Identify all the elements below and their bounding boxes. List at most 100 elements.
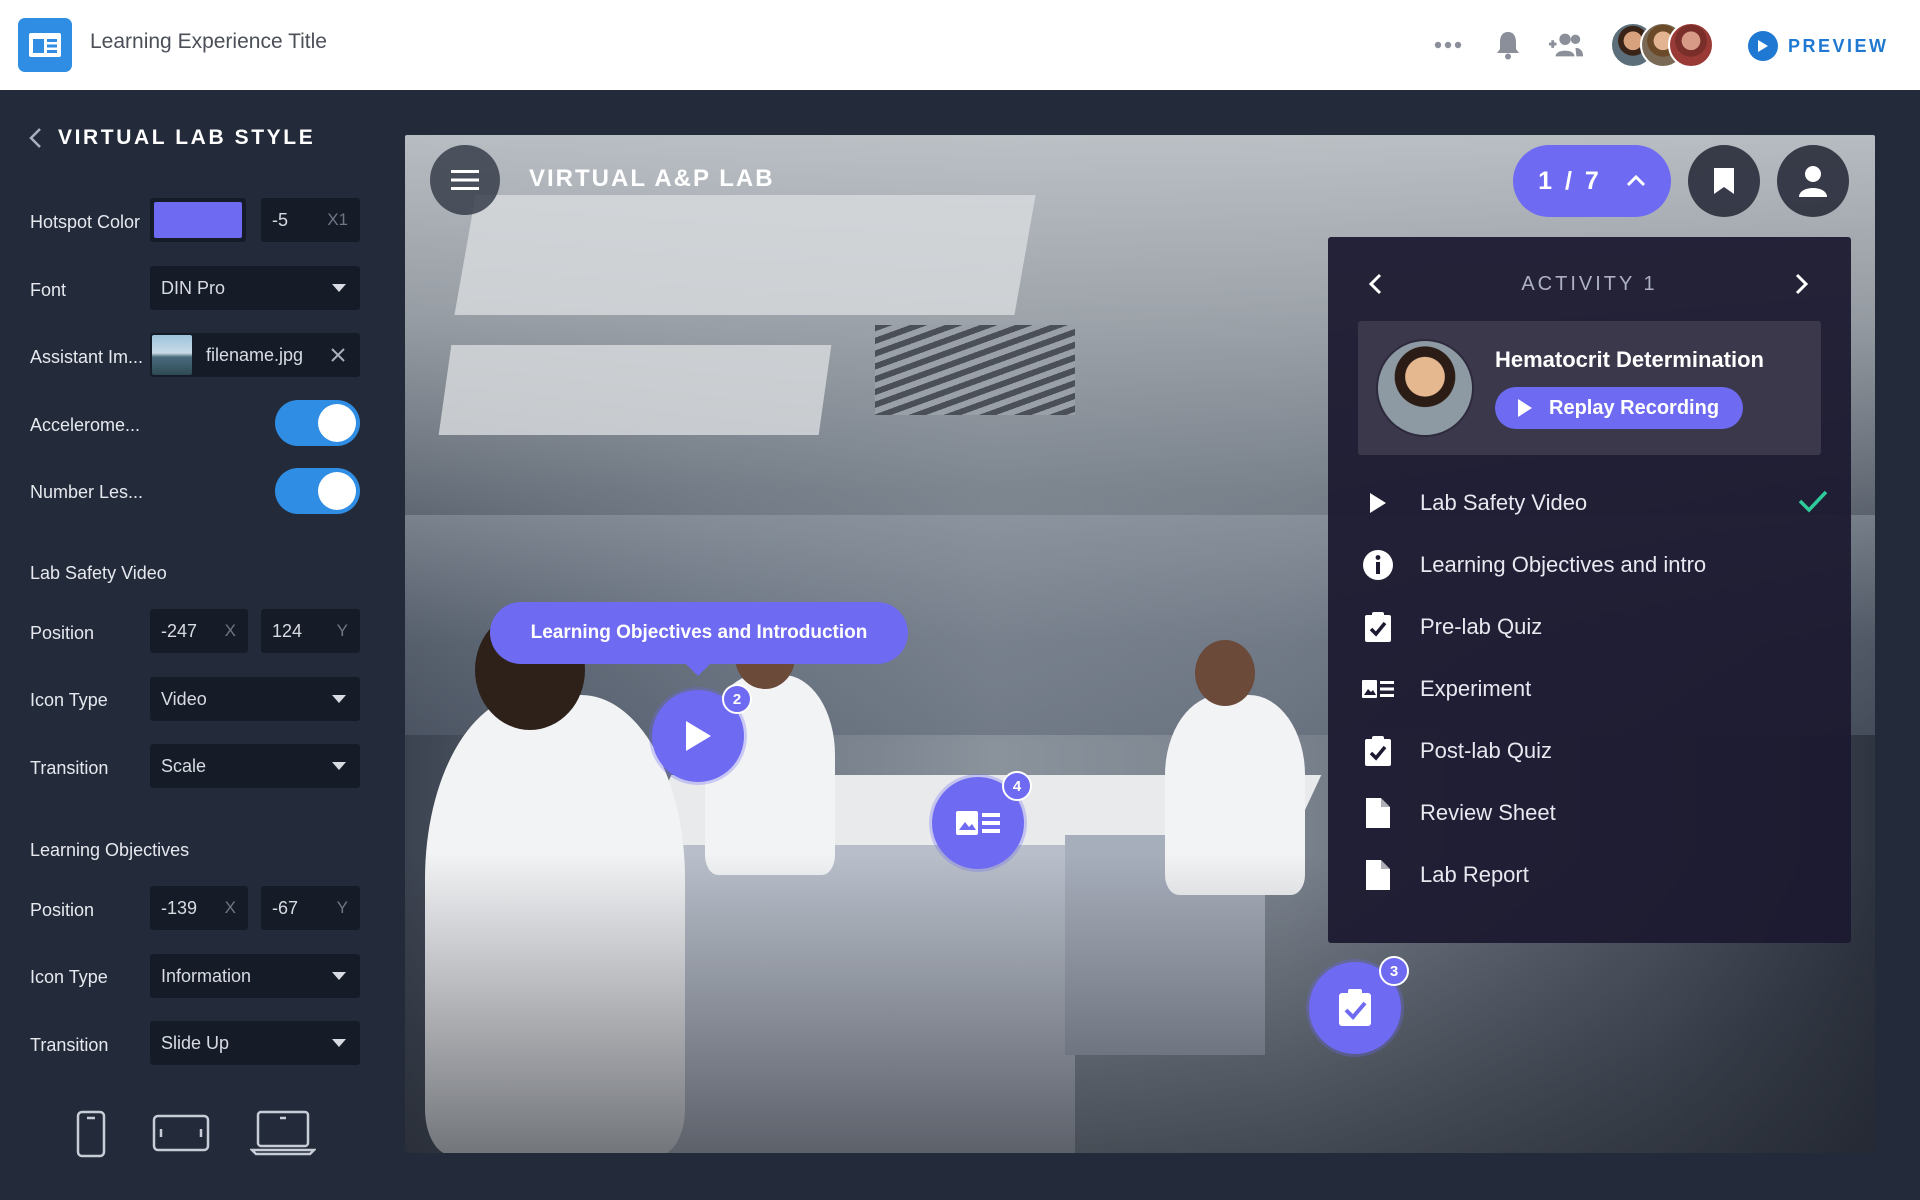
accelerometer-label: Accelerome... <box>30 415 141 435</box>
preview-label: PREVIEW <box>1788 35 1889 56</box>
font-select[interactable]: DIN Pro <box>150 266 360 310</box>
x-value: -139 <box>161 897 198 918</box>
chevron-down-icon <box>332 762 346 770</box>
list-item-review-sheet[interactable]: Review Sheet <box>1358 793 1828 833</box>
play-icon <box>1518 399 1532 417</box>
lab-safety-y-input[interactable]: 124 Y <box>261 609 360 653</box>
image-thumbnail <box>152 335 192 375</box>
close-icon[interactable] <box>330 347 346 363</box>
list-item-label: Experiment <box>1420 676 1532 701</box>
lab-safety-icon-type-select[interactable]: Video <box>150 677 360 721</box>
number-lessons-toggle[interactable] <box>275 468 360 514</box>
replay-recording-button[interactable]: Replay Recording <box>1495 387 1743 429</box>
list-item-label: Post-lab Quiz <box>1420 738 1553 763</box>
bell-icon[interactable] <box>1490 28 1526 62</box>
icon-type-value: Information <box>161 965 252 986</box>
list-item-learning-objectives[interactable]: Learning Objectives and intro <box>1358 545 1828 585</box>
panel-header: VIRTUAL LAB STYLE <box>28 126 315 150</box>
scientist-head <box>1195 640 1255 706</box>
list-item-label: Pre-lab Quiz <box>1420 614 1543 639</box>
icon-type-label: Icon Type <box>30 967 108 987</box>
learning-objectives-x-input[interactable]: -139 X <box>150 886 248 930</box>
preview-button[interactable]: PREVIEW <box>1748 30 1889 62</box>
lab-safety-x-input[interactable]: -247 X <box>150 609 248 653</box>
avatar[interactable] <box>1668 22 1714 68</box>
learning-objectives-transition-select[interactable]: Slide Up <box>150 1021 360 1065</box>
play-icon <box>686 721 711 751</box>
checklist-icon <box>1358 607 1398 647</box>
lab-safety-transition-select[interactable]: Scale <box>150 744 360 788</box>
chevron-up-icon <box>1626 175 1645 187</box>
ceiling-light <box>438 345 832 435</box>
assistant-avatar <box>1376 339 1474 437</box>
lesson-pager[interactable]: 1 / 7 <box>1513 145 1671 217</box>
y-unit: Y <box>336 621 348 640</box>
quiz-icon <box>1339 989 1371 1026</box>
video-hotspot[interactable]: 2 <box>652 684 752 782</box>
hotspot-badge: 4 <box>1002 771 1032 801</box>
menu-button[interactable] <box>430 145 500 215</box>
bookmark-icon <box>1714 168 1734 194</box>
transition-value: Slide Up <box>161 1032 230 1053</box>
phone-icon[interactable] <box>76 1110 106 1158</box>
activity-panel: ACTIVITY 1 Hematocrit Determination Repl… <box>1328 237 1851 943</box>
pager-text: 1 / 7 <box>1538 166 1602 195</box>
hotspot-color-label: Hotspot Color <box>30 212 141 232</box>
document-icon <box>1358 793 1398 833</box>
icon-type-label: Icon Type <box>30 690 108 710</box>
experiment-icon <box>956 811 1000 835</box>
hotspot-scale-input[interactable]: -5 X1 <box>261 198 360 242</box>
list-item-lab-report[interactable]: Lab Report <box>1358 855 1828 895</box>
list-item-label: Learning Objectives and intro <box>1420 552 1707 577</box>
top-bar: Learning Experience Title PREVIEW <box>0 0 1920 90</box>
y-value: -67 <box>272 897 299 918</box>
app-logo-icon[interactable] <box>18 18 72 72</box>
learning-objectives-icon-type-select[interactable]: Information <box>150 954 360 998</box>
tablet-icon[interactable] <box>152 1112 210 1154</box>
position-label: Position <box>30 900 95 920</box>
assistant-image-field[interactable]: filename.jpg <box>150 333 360 377</box>
activity-card: Hematocrit Determination Replay Recordin… <box>1358 321 1821 455</box>
add-user-icon[interactable] <box>1548 28 1584 62</box>
style-panel: VIRTUAL LAB STYLE Hotspot Color -5 X1 Fo… <box>0 90 380 1200</box>
list-item-experiment[interactable]: Experiment <box>1358 669 1828 709</box>
file-name: filename.jpg <box>206 344 304 365</box>
document-title[interactable]: Learning Experience Title <box>90 30 327 54</box>
lab-safety-section-title: Lab Safety Video <box>30 563 167 583</box>
toggle-knob <box>318 404 356 442</box>
transition-label: Transition <box>30 758 109 778</box>
hotspot-badge: 2 <box>722 684 752 714</box>
position-label: Position <box>30 623 95 643</box>
lab-stage[interactable]: VIRTUAL A&P LAB 1 / 7 Learning Objective… <box>405 135 1875 1153</box>
hotspot-tooltip[interactable]: Learning Objectives and Introduction <box>490 602 908 676</box>
activity-header: ACTIVITY 1 <box>1521 273 1658 295</box>
transition-label: Transition <box>30 1035 109 1055</box>
play-icon <box>1748 31 1778 61</box>
learning-objectives-section-title: Learning Objectives <box>30 840 190 860</box>
list-item-post-lab-quiz[interactable]: Post-lab Quiz <box>1358 731 1828 771</box>
list-item-label: Lab Safety Video <box>1420 490 1588 515</box>
chevron-down-icon <box>332 695 346 703</box>
info-icon <box>1358 545 1398 585</box>
experiment-icon <box>1358 669 1398 709</box>
activity-name: Hematocrit Determination <box>1495 347 1764 372</box>
laptop-icon[interactable] <box>250 1110 316 1156</box>
list-item-lab-safety-video[interactable]: Lab Safety Video <box>1358 483 1828 523</box>
y-unit: Y <box>336 898 348 917</box>
quiz-hotspot[interactable]: 3 <box>1309 956 1409 1054</box>
hamburger-icon <box>451 170 479 190</box>
collaborators[interactable] <box>1610 22 1720 70</box>
x-unit: X <box>224 898 236 917</box>
experiment-hotspot[interactable]: 4 <box>932 771 1032 869</box>
more-icon[interactable] <box>1430 28 1466 62</box>
list-item-pre-lab-quiz[interactable]: Pre-lab Quiz <box>1358 607 1828 647</box>
accelerometer-toggle[interactable] <box>275 400 360 446</box>
stage-title: VIRTUAL A&P LAB <box>529 165 775 192</box>
assistant-image-label: Assistant Im... <box>30 347 144 367</box>
chevron-right-icon[interactable] <box>1795 273 1809 295</box>
hotspot-color-picker[interactable] <box>150 198 246 242</box>
back-chevron-icon[interactable] <box>28 127 42 149</box>
learning-objectives-y-input[interactable]: -67 Y <box>261 886 360 930</box>
bookmark-button[interactable] <box>1688 145 1760 217</box>
profile-button[interactable] <box>1777 145 1849 217</box>
